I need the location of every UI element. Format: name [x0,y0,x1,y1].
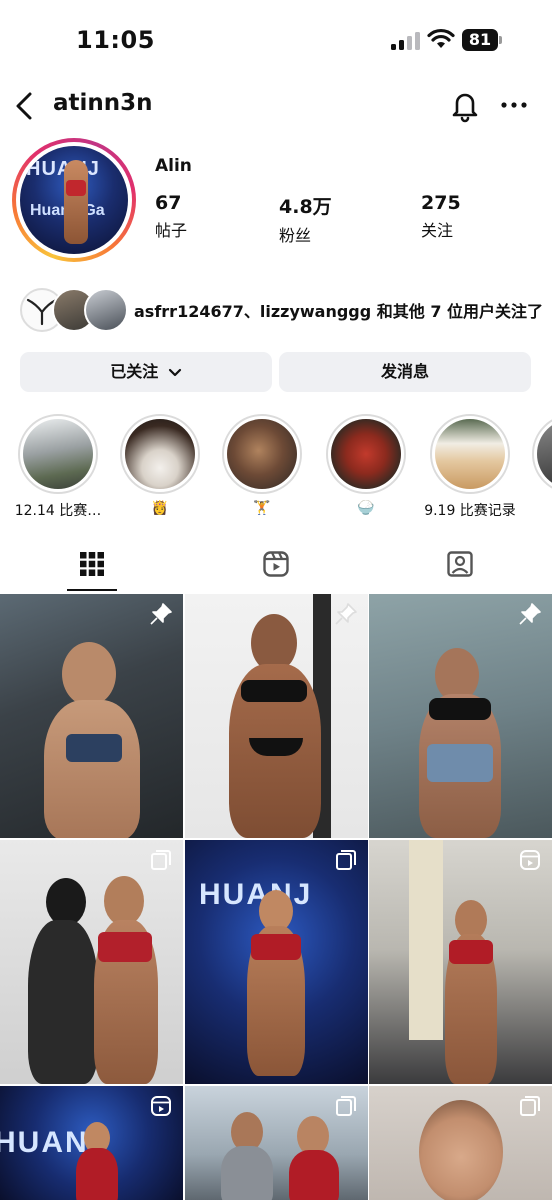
grid-icon [80,552,104,576]
reel-icon [520,850,540,870]
battery-icon: 81 [462,29,502,51]
pinned-icon [335,603,357,625]
battery-level: 81 [462,29,498,51]
reels-icon [263,551,289,577]
grid-post[interactable]: HUANJ [185,840,368,1084]
header-username: atinn3n [53,90,153,116]
grid-post[interactable]: HUANJ [0,1086,183,1200]
followed-by-text: asfrr124677、lizzywanggg 和其他 7 位用户关注了 [134,302,544,321]
stat-posts[interactable]: 67 帖子 [155,192,187,241]
notification-bell-icon[interactable] [448,88,482,124]
wifi-icon [427,28,455,48]
stat-followers[interactable]: 4.8万 粉丝 [279,192,332,246]
grid-post[interactable] [0,840,183,1084]
more-options-icon[interactable] [497,90,531,120]
tab-posts-grid[interactable] [0,540,184,592]
grid-post[interactable] [369,1086,552,1200]
carousel-icon [336,1096,356,1116]
avatar-image: HUANJ Huanji Ga [20,146,128,254]
profile-avatar[interactable]: HUANJ Huanji Ga [12,138,136,262]
reel-icon [151,1096,171,1116]
carousel-icon [151,850,171,870]
following-button[interactable]: 已关注 [20,352,272,392]
tab-tagged[interactable] [368,540,552,592]
message-button[interactable]: 发消息 [279,352,531,392]
status-bar: 11:05 81 [0,0,552,80]
grid-post[interactable] [369,594,552,838]
display-name: Alin [155,156,192,176]
profile-header: atinn3n [0,80,552,132]
chevron-down-icon [168,368,181,376]
carousel-icon [336,850,356,870]
profile-tabs [0,540,552,592]
cellular-signal-icon [391,32,421,50]
grid-post[interactable] [185,594,368,838]
pinned-icon [150,603,172,625]
status-time: 11:05 [76,26,155,54]
stat-following[interactable]: 275 关注 [421,192,461,241]
active-tab-indicator [67,589,117,591]
grid-post[interactable] [185,1086,368,1200]
mutual-follower-avatar [84,288,128,332]
followed-by-row[interactable]: asfrr124677、lizzywanggg 和其他 7 位用户关注了 [20,288,544,332]
pinned-icon [519,603,541,625]
tagged-person-icon [447,551,473,577]
grid-post[interactable] [0,594,183,838]
carousel-icon [520,1096,540,1116]
grid-post[interactable] [369,840,552,1084]
tab-reels[interactable] [184,540,368,592]
back-arrow-icon[interactable] [10,88,40,124]
